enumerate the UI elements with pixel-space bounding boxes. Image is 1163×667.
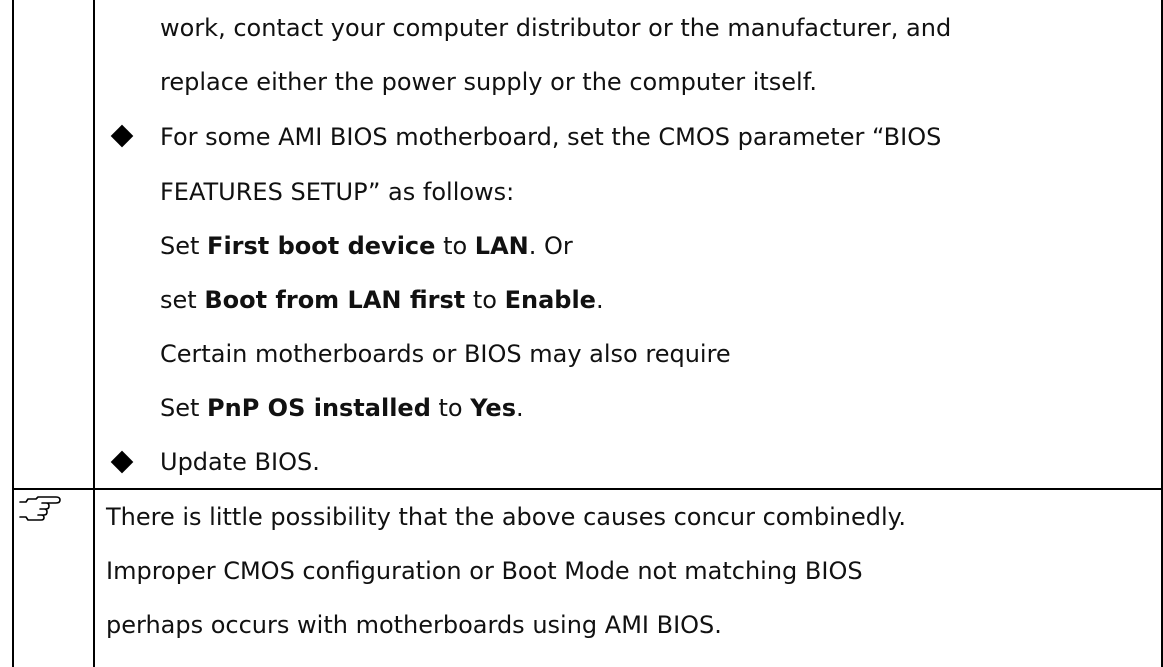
certain-motherboards-line: Certain motherboards or BIOS may also re… xyxy=(160,340,731,368)
update-bios-line: Update BIOS. xyxy=(160,448,320,476)
document-page: work, contact your computer distributor … xyxy=(0,0,1163,667)
set-boot-lan-line: set Boot from LAN first to Enable. xyxy=(160,286,604,314)
pointing-hand-icon xyxy=(19,496,61,521)
troubleshooting-table: work, contact your computer distributor … xyxy=(0,0,1163,667)
set-pnp-line: Set PnP OS installed to Yes. xyxy=(160,394,524,422)
continuation-line-1: work, contact your computer distributor … xyxy=(160,14,952,42)
set-first-boot-line: Set First boot device to LAN. Or xyxy=(160,232,573,260)
ami-bios-line-2: FEATURES SETUP” as follows: xyxy=(160,178,515,206)
note-line-2: Improper CMOS configuration or Boot Mode… xyxy=(106,557,863,585)
note-line-1: There is little possibility that the abo… xyxy=(106,503,907,531)
ami-bios-line-1: For some AMI BIOS motherboard, set the C… xyxy=(160,123,942,151)
diamond-bullet-icon xyxy=(110,450,134,474)
note-line-3: perhaps occurs with motherboards using A… xyxy=(106,611,722,639)
table-row-divider xyxy=(12,488,1163,490)
table-border-left xyxy=(12,0,14,667)
table-column-divider xyxy=(93,0,95,667)
continuation-line-2: replace either the power supply or the c… xyxy=(160,68,818,96)
diamond-bullet-icon xyxy=(110,124,134,148)
